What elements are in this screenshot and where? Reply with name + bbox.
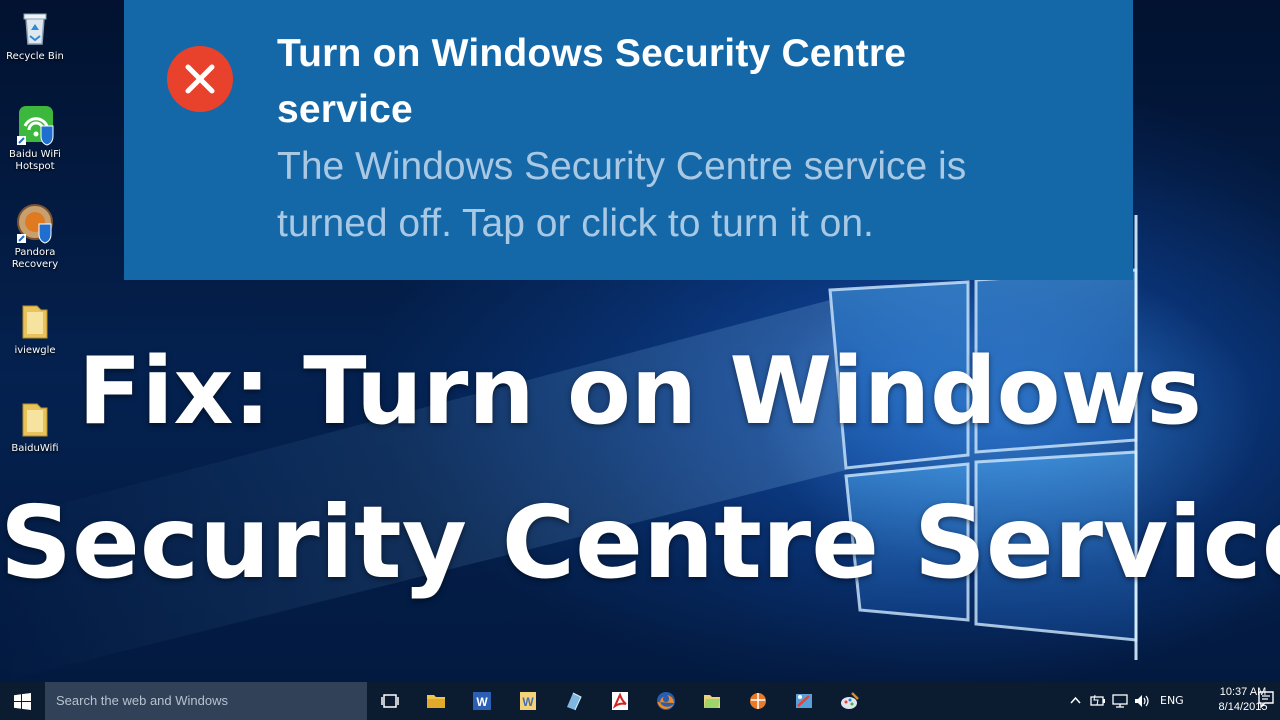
desktop-icon-label: Pandora Recovery (11, 247, 59, 270)
svg-text:W: W (476, 695, 488, 709)
firefox-icon (657, 692, 675, 710)
security-centre-notification[interactable]: Turn on Windows Security Centre service … (124, 0, 1133, 280)
taskbar-pdf-reader[interactable] (597, 682, 643, 720)
notification-message: The Windows Security Centre service is t… (277, 145, 967, 245)
desktop-icon-label: Baidu WiFi Hotspot (9, 149, 61, 172)
task-view-icon (381, 694, 399, 708)
system-tray: ENG (1066, 682, 1206, 720)
taskbar-folder-app[interactable] (689, 682, 735, 720)
volume-icon[interactable] (1134, 694, 1150, 708)
network-icon[interactable] (1112, 694, 1128, 708)
app-icon (567, 692, 582, 711)
desktop-background: Recycle Bin Baidu WiFi Hotspot Pandora R… (0, 0, 1280, 682)
start-button[interactable] (0, 682, 45, 720)
pdf-reader-icon (612, 692, 628, 710)
desktop-icon-recycle-bin[interactable]: Recycle Bin (2, 6, 68, 63)
wordpad-icon: W (520, 692, 536, 710)
paint-icon (841, 692, 859, 709)
overlay-title-line-1: Fix: Turn on Windows (78, 337, 1202, 445)
action-center-icon[interactable] (1258, 691, 1274, 709)
desktop-icon-label: Recycle Bin (6, 51, 64, 62)
taskbar-word[interactable]: W (459, 682, 505, 720)
file-explorer-icon (427, 695, 445, 708)
taskbar-media-player[interactable] (735, 682, 781, 720)
tool-icon (796, 694, 812, 708)
taskbar-paint[interactable] (827, 682, 873, 720)
media-player-icon (750, 693, 766, 709)
folder-app-icon (704, 695, 720, 708)
taskbar: Search the web and Windows W W ENG 10:37… (0, 682, 1280, 720)
recycle-bin-icon (23, 13, 47, 45)
task-view-button[interactable] (367, 682, 413, 720)
word-icon: W (473, 692, 491, 710)
taskbar-wordpad[interactable]: W (505, 682, 551, 720)
taskbar-app[interactable] (551, 682, 597, 720)
search-box[interactable]: Search the web and Windows (45, 682, 367, 720)
svg-text:W: W (522, 695, 534, 709)
wifi-hotspot-icon (17, 106, 54, 146)
taskbar-firefox[interactable] (643, 682, 689, 720)
pandora-recovery-icon (17, 204, 53, 244)
battery-icon[interactable] (1090, 694, 1106, 707)
desktop-icon-pandora-recovery[interactable]: Pandora Recovery (2, 202, 68, 271)
chevron-up-icon[interactable] (1070, 696, 1081, 704)
language-indicator[interactable]: ENG (1160, 682, 1184, 720)
desktop-icon-baidu-wifi-hotspot[interactable]: Baidu WiFi Hotspot (2, 104, 68, 173)
error-icon (167, 46, 233, 112)
windows-logo-icon (14, 693, 31, 710)
overlay-title-line-2: Security Centre Service (0, 484, 1280, 601)
taskbar-file-explorer[interactable] (413, 682, 459, 720)
taskbar-tool[interactable] (781, 682, 827, 720)
notification-title: Turn on Windows Security Centre service (277, 32, 907, 131)
